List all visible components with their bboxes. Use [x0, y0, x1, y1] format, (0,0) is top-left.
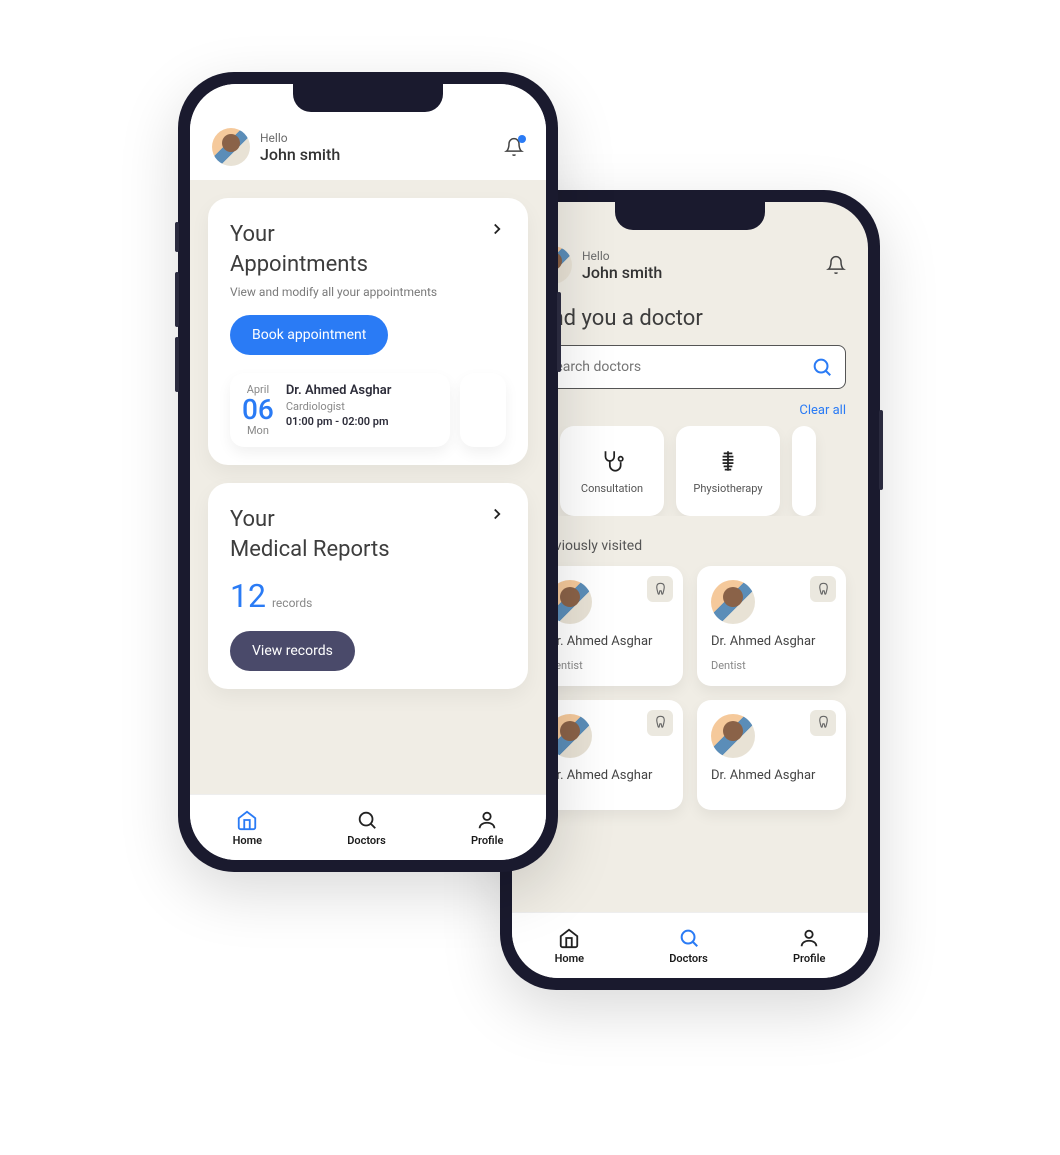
- category-consultation[interactable]: Consultation: [560, 426, 664, 516]
- notch: [293, 84, 443, 112]
- notifications-button[interactable]: [504, 137, 524, 157]
- appointment-item-next[interactable]: [460, 373, 506, 447]
- tooth-icon: [653, 582, 668, 597]
- reports-card: Your Medical Reports 12 records View rec…: [208, 483, 528, 688]
- nav-profile[interactable]: Profile: [793, 927, 825, 965]
- bottom-nav: Home Doctors Profile: [512, 912, 868, 978]
- tooth-icon: [816, 715, 831, 730]
- nav-label: Home: [555, 952, 585, 965]
- card-title-line1: Your: [230, 220, 368, 250]
- nav-label: Profile: [471, 834, 503, 847]
- records-count: 12: [230, 577, 266, 615]
- specialty-badge: [647, 576, 673, 602]
- bell-icon: [826, 255, 846, 275]
- doctor-name: Dr. Ahmed Asghar: [548, 768, 669, 785]
- card-title-line2: Medical Reports: [230, 535, 390, 565]
- spine-icon: [715, 448, 741, 474]
- book-appointment-button[interactable]: Book appointment: [230, 315, 388, 355]
- section-previously-visited: Previously visited: [512, 516, 868, 566]
- nav-label: Doctors: [669, 952, 708, 965]
- greeting: Hello: [582, 249, 662, 263]
- doctor-name: Dr. Ahmed Asghar: [711, 634, 832, 651]
- doctor-specialty: Dentist: [548, 659, 669, 672]
- appointments-card: Your Appointments View and modify all yo…: [208, 198, 528, 465]
- doctor-grid-row2: Dr. Ahmed Asghar Dr. Ahmed Asghar: [512, 700, 868, 810]
- profile-icon: [476, 809, 498, 831]
- card-title-line1: Your: [230, 505, 390, 535]
- nav-home[interactable]: Home: [233, 809, 263, 847]
- specialty-badge: [647, 710, 673, 736]
- doctor-avatar: [711, 580, 755, 624]
- nav-label: Profile: [793, 952, 825, 965]
- nav-doctors[interactable]: Doctors: [347, 809, 386, 847]
- doctor-card[interactable]: Dr. Ahmed Asghar: [697, 700, 846, 810]
- appt-day: 06: [242, 396, 274, 424]
- stethoscope-icon: [599, 448, 625, 474]
- reports-expand[interactable]: [488, 505, 506, 523]
- chevron-right-icon: [488, 505, 506, 523]
- search-icon: [356, 809, 378, 831]
- specialty-badge: [810, 710, 836, 736]
- home-icon: [558, 927, 580, 949]
- category-partial[interactable]: [792, 426, 816, 516]
- nav-profile[interactable]: Profile: [471, 809, 503, 847]
- phone-home: Hello John smith Your Appointments: [178, 72, 558, 872]
- doctor-card[interactable]: Dr. Ahmed Asghar Dentist: [697, 566, 846, 686]
- category-label: Consultation: [581, 482, 643, 495]
- card-title-line2: Appointments: [230, 250, 368, 280]
- doctor-grid: Dr. Ahmed Asghar Dentist Dr. Ahmed Asgha…: [512, 566, 868, 686]
- search-input[interactable]: [547, 359, 811, 375]
- card-subtitle: View and modify all your appointments: [230, 285, 506, 299]
- specialty-badge: [810, 576, 836, 602]
- tooth-icon: [653, 715, 668, 730]
- bottom-nav: Home Doctors Profile: [190, 794, 546, 860]
- doctor-name: Dr. Ahmed Asghar: [548, 634, 669, 651]
- doctor-specialty: Dentist: [711, 659, 832, 672]
- view-records-button[interactable]: View records: [230, 631, 355, 671]
- appointments-expand[interactable]: [488, 220, 506, 238]
- clear-all-link[interactable]: Clear all: [799, 403, 846, 418]
- appt-time: 01:00 pm - 02:00 pm: [286, 415, 392, 428]
- appt-dow: Mon: [242, 424, 274, 437]
- doctor-avatar: [711, 714, 755, 758]
- appointment-item[interactable]: April 06 Mon Dr. Ahmed Asghar Cardiologi…: [230, 373, 450, 447]
- category-physiotherapy[interactable]: Physiotherapy: [676, 426, 780, 516]
- nav-label: Doctors: [347, 834, 386, 847]
- records-label: records: [272, 596, 312, 610]
- avatar[interactable]: [212, 128, 250, 166]
- nav-home[interactable]: Home: [555, 927, 585, 965]
- doctor-name: Dr. Ahmed Asghar: [711, 768, 832, 785]
- nav-label: Home: [233, 834, 263, 847]
- appt-doctor: Dr. Ahmed Asghar: [286, 383, 392, 398]
- profile-icon: [798, 927, 820, 949]
- user-name: John smith: [260, 145, 340, 164]
- notifications-button[interactable]: [826, 255, 846, 275]
- chevron-right-icon: [488, 220, 506, 238]
- category-label: Physiotherapy: [693, 482, 762, 495]
- home-icon: [236, 809, 258, 831]
- tooth-icon: [816, 582, 831, 597]
- page-title: Find you a doctor: [512, 298, 868, 345]
- notch: [615, 202, 765, 230]
- category-row: Consultation Physiotherapy: [512, 426, 868, 516]
- nav-doctors[interactable]: Doctors: [669, 927, 708, 965]
- search-input-wrapper[interactable]: [534, 345, 846, 389]
- appt-specialty: Cardiologist: [286, 400, 392, 413]
- user-name: John smith: [582, 263, 662, 282]
- notification-dot: [518, 135, 526, 143]
- greeting: Hello: [260, 131, 340, 145]
- search-icon: [811, 356, 833, 378]
- search-icon: [678, 927, 700, 949]
